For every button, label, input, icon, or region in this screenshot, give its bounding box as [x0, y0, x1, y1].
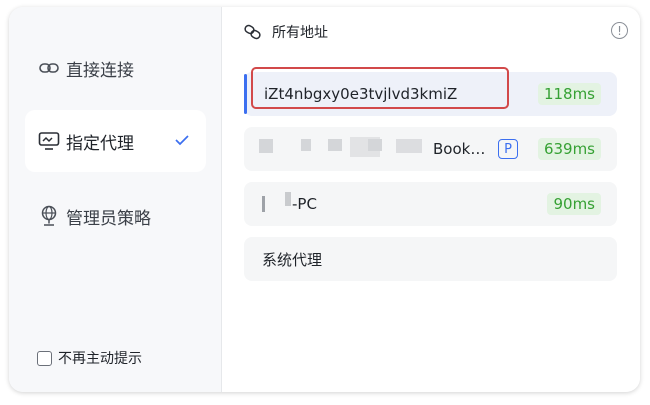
link-icon [38, 57, 60, 79]
sidebar-item-label: 直接连接 [66, 60, 134, 81]
panel-header: 所有地址 [244, 21, 328, 43]
sidebar-item-proxy[interactable]: 指定代理 [25, 110, 206, 172]
sidebar: 直接连接 指定代理 管理员策略 不再主动提示 [9, 7, 222, 392]
annotation-highlight-box [251, 67, 509, 109]
sidebar-item-label: 指定代理 [66, 133, 134, 154]
dont-remind-label: 不再主动提示 [58, 351, 142, 367]
redacted-block [328, 139, 342, 151]
redacted-block [396, 139, 422, 153]
link-icon [244, 24, 262, 40]
latency-badge: 118ms [537, 83, 601, 105]
redacted-block [259, 139, 273, 153]
redacted-block [368, 139, 382, 151]
redacted-block [285, 192, 291, 206]
latency-badge: 639ms [537, 138, 601, 160]
checkmark-icon [174, 131, 190, 151]
sidebar-item-direct[interactable]: 直接连接 [25, 37, 206, 99]
address-panel: 所有地址 ! iZt4nbgxy0e3tvjlvd3kmiZ 118ms Boo… [222, 7, 640, 392]
admin-globe-icon [38, 205, 60, 227]
dont-remind-checkbox[interactable] [37, 350, 52, 366]
dont-remind-option[interactable]: 不再主动提示 [37, 348, 142, 368]
address-name: 系统代理 [262, 250, 323, 269]
sidebar-item-label: 管理员策略 [66, 208, 151, 229]
latency-badge: 90ms [547, 193, 601, 215]
p-badge: P [498, 139, 518, 159]
address-name: -PC [292, 195, 317, 213]
redacted-block [262, 196, 265, 212]
info-icon[interactable]: ! [611, 22, 628, 39]
address-name: Book… [433, 140, 486, 158]
proxy-monitor-icon [38, 130, 60, 152]
sidebar-item-admin-policy[interactable]: 管理员策略 [25, 185, 206, 247]
proxy-dialog: 直接连接 指定代理 管理员策略 不再主动提示 所有地址 ! iZt4nbgxy0… [9, 7, 640, 392]
address-row[interactable]: 系统代理 [244, 237, 617, 281]
panel-title: 所有地址 [272, 25, 328, 41]
address-row[interactable]: -PC 90ms [244, 182, 617, 226]
address-row[interactable]: Book… P 639ms [244, 127, 617, 171]
redacted-block [301, 139, 311, 151]
